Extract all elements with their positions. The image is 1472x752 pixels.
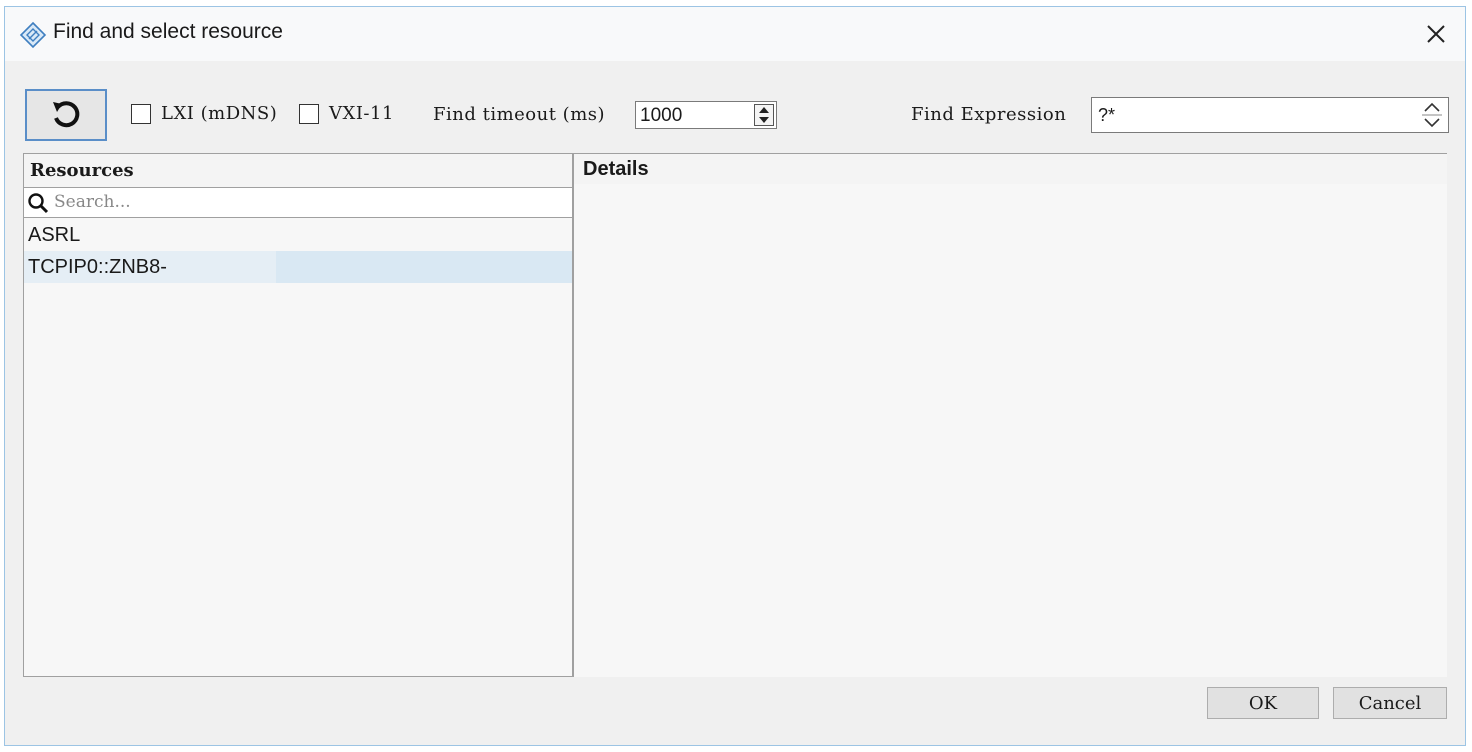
resource-item-asrl[interactable]: ASRL (24, 219, 572, 251)
resources-header: Resources (24, 154, 572, 188)
list-item-label: TCPIP0::ZNB8- (28, 256, 167, 278)
vxi-checkbox[interactable] (299, 103, 319, 124)
timeout-spinbox[interactable]: 1000 (635, 101, 777, 129)
app-icon (19, 21, 47, 49)
timeout-value: 1000 (640, 105, 683, 126)
lxi-label: LXI (mDNS) (161, 103, 278, 124)
find-resource-dialog: Find and select resource LXI (mDNS) VXI-… (4, 6, 1466, 746)
lxi-checkbox[interactable] (131, 103, 151, 124)
window-title: Find and select resource (53, 20, 283, 43)
resources-panel: Resources ASRL TCPIP0::ZNB8- (23, 153, 573, 677)
details-header: Details (574, 154, 1447, 184)
expression-stepper-icon[interactable] (1420, 100, 1444, 130)
search-input[interactable] (54, 191, 554, 213)
expression-value: ?* (1098, 105, 1116, 125)
cancel-button[interactable]: Cancel (1333, 687, 1447, 719)
details-panel: Details (573, 153, 1447, 677)
search-row (24, 188, 572, 218)
refresh-icon (53, 101, 80, 128)
title-bar: Find and select resource (5, 7, 1465, 61)
vxi-option: VXI-11 (299, 103, 394, 124)
resources-header-label: Resources (30, 160, 134, 181)
ok-button[interactable]: OK (1207, 687, 1319, 719)
lxi-option: LXI (mDNS) (131, 103, 277, 124)
close-icon[interactable] (1421, 19, 1451, 49)
spin-down-icon[interactable] (759, 117, 769, 123)
timeout-stepper[interactable] (754, 104, 774, 126)
resource-item-tcpip[interactable]: TCPIP0::ZNB8- (24, 251, 572, 283)
dialog-footer: OK Cancel (5, 677, 1465, 745)
expression-label: Find Expression (911, 104, 1067, 125)
spin-up-icon[interactable] (759, 107, 769, 113)
search-icon (28, 193, 49, 214)
timeout-label: Find timeout (ms) (433, 104, 606, 125)
vxi-label: VXI-11 (329, 103, 394, 124)
details-header-label: Details (583, 158, 649, 180)
expression-input[interactable]: ?* (1091, 97, 1449, 133)
toolbar: LXI (mDNS) VXI-11 Find timeout (ms) 1000… (5, 61, 1465, 153)
refresh-button[interactable] (25, 89, 107, 141)
list-item-label: ASRL (28, 224, 81, 246)
